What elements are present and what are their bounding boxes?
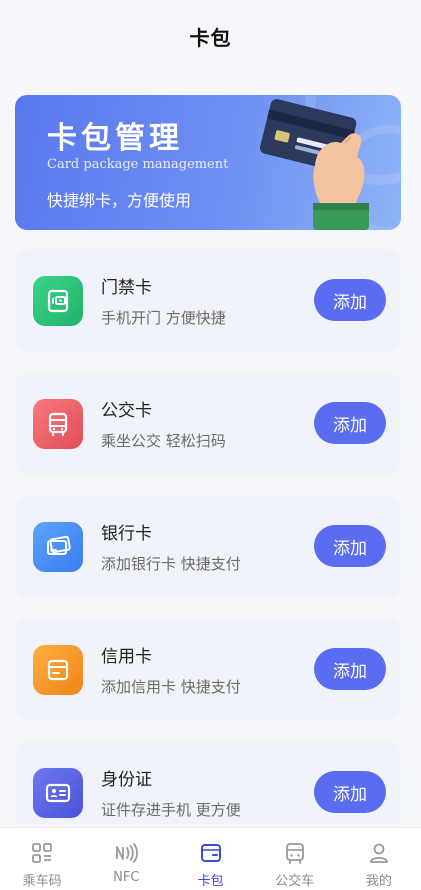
card-description: 手机开门 方便快捷 — [101, 309, 226, 327]
card-name: 银行卡 — [101, 524, 152, 544]
door-card-item[interactable]: 门禁卡 手机开门 方便快捷 添加 — [15, 249, 401, 352]
page-header: 卡包 — [0, 0, 421, 72]
tab-label: 公交车 — [275, 874, 315, 889]
tab-card-package[interactable]: 卡包 — [168, 828, 252, 890]
door-card-icon — [33, 276, 83, 326]
wallet-icon — [198, 840, 224, 866]
tab-bus[interactable]: 公交车 — [253, 828, 337, 890]
banner-description: 快捷绑卡，方便使用 — [47, 191, 192, 210]
tab-ride-code[interactable]: 乘车码 — [0, 828, 84, 890]
card-description: 添加银行卡 快捷支付 — [101, 555, 241, 573]
bus-card-item[interactable]: 公交卡 乘坐公交 轻松扫码 添加 — [15, 372, 401, 475]
banner-title: 卡包管理 — [47, 121, 183, 156]
card-description: 乘坐公交 轻松扫码 — [101, 432, 226, 450]
card-name: 身份证 — [101, 770, 152, 790]
card-description: 证件存进手机 更方便 — [101, 801, 241, 819]
add-bank-card-button[interactable]: 添加 — [314, 525, 386, 567]
user-icon — [366, 840, 392, 866]
qr-code-icon — [29, 840, 55, 866]
tab-label: 乘车码 — [22, 874, 62, 889]
id-card-icon — [33, 768, 83, 818]
tab-label: 卡包 — [197, 874, 224, 889]
bank-card-item[interactable]: 银行卡 添加银行卡 快捷支付 添加 — [15, 495, 401, 598]
add-door-card-button[interactable]: 添加 — [314, 279, 386, 321]
banner-subtitle: Card package management — [47, 157, 229, 172]
tab-nfc[interactable]: NFC — [84, 828, 168, 890]
card-package-banner: 卡包管理 Card package management 快捷绑卡，方便使用 — [15, 95, 401, 230]
tab-mine[interactable]: 我的 — [337, 828, 421, 890]
nfc-icon — [113, 840, 139, 866]
credit-card-item[interactable]: 信用卡 添加信用卡 快捷支付 添加 — [15, 618, 401, 721]
page-title: 卡包 — [189, 25, 232, 50]
card-name: 信用卡 — [101, 647, 152, 667]
bank-card-icon — [33, 522, 83, 572]
card-name: 公交卡 — [101, 401, 152, 421]
card-name: 门禁卡 — [101, 278, 152, 298]
add-credit-card-button[interactable]: 添加 — [314, 648, 386, 690]
bus-icon — [282, 840, 308, 866]
credit-card-icon — [33, 645, 83, 695]
add-bus-card-button[interactable]: 添加 — [314, 402, 386, 444]
hand-holding-card-illustration — [259, 99, 369, 230]
add-id-card-button[interactable]: 添加 — [314, 771, 386, 813]
bottom-tab-bar: 乘车码 NFC 卡包 公交车 我的 — [0, 827, 421, 890]
tab-label: 我的 — [365, 874, 392, 889]
tab-label: NFC — [113, 870, 140, 885]
bus-icon — [33, 399, 83, 449]
card-description: 添加信用卡 快捷支付 — [101, 678, 241, 696]
